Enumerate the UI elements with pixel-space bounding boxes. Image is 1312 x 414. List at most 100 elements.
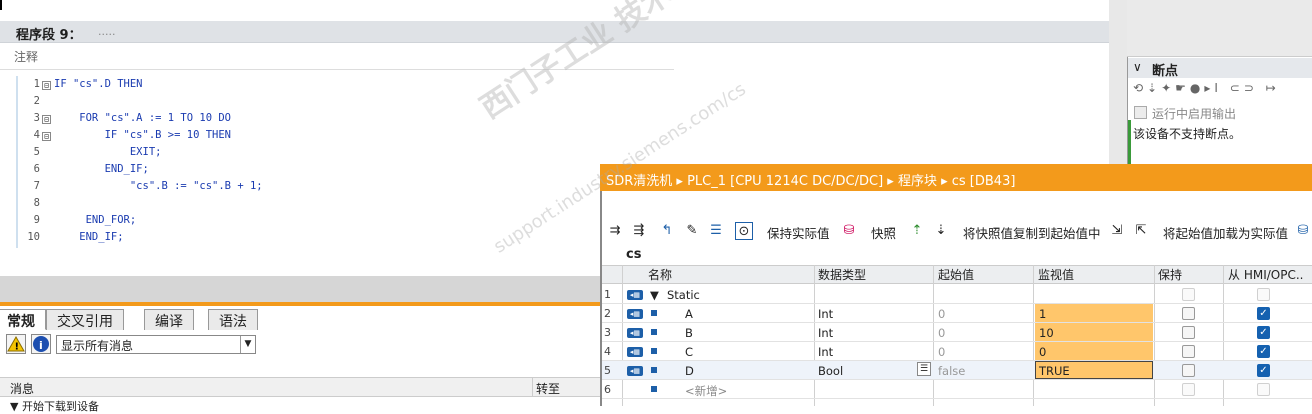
enable-output-checkbox[interactable] [1134, 106, 1147, 119]
table-row[interactable] [602, 285, 1312, 304]
db-tag-icon: ◂▦ [627, 347, 643, 357]
tag-monitor-value: 1 [1039, 307, 1047, 321]
breakpoints-toolbar[interactable]: ⟲⇣✦☛●▸I ⊂⊃ ↦ [1133, 81, 1311, 101]
download-icon[interactable]: ⇣ [932, 222, 950, 240]
tag-monitor-value: 0 [1039, 345, 1047, 359]
warning-filter-button[interactable]: ! [6, 334, 26, 354]
tag-type[interactable]: Int [818, 345, 833, 359]
breakpoints-title: 断点 [1152, 64, 1179, 79]
tab-syntax[interactable]: 语法 [208, 309, 258, 330]
hmi-checkbox[interactable]: ✓ [1257, 326, 1270, 339]
keep-actual-button[interactable]: 保持实际值 [767, 223, 830, 242]
expand-icon[interactable]: ▼ [650, 288, 659, 302]
retain-checkbox[interactable] [1182, 288, 1195, 301]
snapshot-button[interactable]: 快照 [871, 223, 896, 242]
network-comment[interactable]: 注释 [14, 48, 38, 65]
tag-type[interactable]: Bool [818, 364, 843, 378]
add-new-row[interactable]: <新增> [685, 383, 727, 399]
load-start-button[interactable]: 将起始值加载为实际值 [1163, 223, 1288, 242]
column-datatype[interactable]: 数据类型 [818, 266, 866, 283]
list-icon[interactable]: ☰ [707, 222, 725, 240]
svg-text:!: ! [15, 342, 20, 353]
retain-checkbox[interactable] [1182, 326, 1195, 339]
tag-type[interactable]: Int [818, 326, 833, 340]
panel-splitter[interactable] [1109, 0, 1127, 165]
messages-header [0, 377, 600, 397]
column-start-value[interactable]: 起始值 [938, 266, 974, 283]
copy-snapshot-button[interactable]: 将快照值复制到起始值中 [963, 223, 1101, 242]
tag-start-value[interactable]: 0 [938, 345, 945, 359]
text-cursor [0, 0, 2, 10]
member-bullet-icon [651, 367, 657, 373]
chevron-down-icon[interactable]: ∨ [1133, 60, 1142, 74]
retain-checkbox[interactable] [1182, 364, 1195, 377]
hmi-checkbox[interactable]: ✓ [1257, 307, 1270, 320]
enable-output-label: 运行中启用输出 [1152, 107, 1237, 121]
info-icon: i [33, 336, 49, 352]
tab-compile[interactable]: 编译 [144, 309, 194, 330]
add-row-icon[interactable]: ⇶ [630, 222, 648, 240]
reset-icon[interactable]: ↰ [658, 222, 676, 240]
member-bullet-icon [651, 348, 657, 354]
row-number: 6 [604, 383, 611, 396]
tag-name[interactable]: B [685, 326, 693, 340]
column-divider [532, 378, 533, 396]
snapshot-db-icon[interactable]: ⛁ [840, 222, 858, 240]
tab-cross-reference[interactable]: 交叉引用 [46, 309, 124, 330]
edit-icon[interactable]: ✎ [683, 222, 701, 240]
retain-checkbox[interactable] [1182, 307, 1195, 320]
monitor-icon[interactable]: ⊙ [735, 222, 753, 240]
column-retain[interactable]: 保持 [1158, 266, 1182, 283]
member-bullet-icon [651, 310, 657, 316]
retain-checkbox[interactable] [1182, 345, 1195, 358]
column-hmi[interactable]: 从 HMI/OPC.. [1228, 266, 1303, 283]
copy-start-icon[interactable]: ⇲ [1108, 222, 1126, 240]
upload-icon[interactable]: ⇡ [908, 222, 926, 240]
message-filter-select[interactable]: 显示所有消息 [56, 335, 256, 354]
hmi-checkbox[interactable]: ✓ [1257, 345, 1270, 358]
insert-row-icon[interactable]: ⇉ [606, 222, 624, 240]
column-goto[interactable]: 转至 [536, 380, 560, 397]
column-name[interactable]: 名称 [648, 266, 672, 283]
collapse-icon[interactable]: ⊟ [42, 132, 51, 141]
tag-start-value[interactable]: 0 [938, 326, 945, 340]
tag-name[interactable]: Static [667, 288, 700, 302]
tag-name[interactable]: D [685, 364, 694, 378]
type-picker-icon[interactable]: ☰ [917, 362, 931, 376]
chevron-down-icon[interactable]: ▼ [240, 336, 255, 353]
comment-divider [0, 69, 674, 70]
tag-start-value[interactable]: false [938, 364, 965, 378]
network-title: 程序段 9： [16, 28, 82, 43]
tag-name[interactable]: C [685, 345, 693, 359]
db-tag-icon: ◂▦ [627, 328, 643, 338]
table-row[interactable] [602, 323, 1312, 342]
tag-type[interactable]: Int [818, 307, 833, 321]
message-row[interactable]: ▼ 开始下载到设备 [10, 398, 99, 414]
row-number: 4 [604, 345, 611, 358]
db-name-row [602, 245, 1312, 265]
breadcrumb: SDR清洗机 ▸ PLC_1 [CPU 1214C DC/DC/DC] ▸ 程序… [606, 174, 1016, 189]
column-monitor-value[interactable]: 监视值 [1038, 266, 1074, 283]
scl-code-editor[interactable]: 1 ⊟ IF "cs".D THEN 2 3 ⊟ FOR "cs".A := 1 TO… [16, 76, 674, 248]
collapse-icon[interactable]: ⊟ [42, 115, 51, 124]
network-title-placeholder[interactable]: ..... [98, 25, 115, 38]
hmi-checkbox[interactable] [1257, 288, 1270, 301]
tab-general[interactable]: 常规 [0, 309, 46, 330]
column-message[interactable]: 消息 [10, 380, 34, 397]
hmi-checkbox[interactable] [1257, 383, 1270, 396]
info-filter-button[interactable]: i [31, 334, 51, 354]
breakpoints-message: 该设备不支持断点。 [1133, 127, 1242, 141]
load-start-icon[interactable]: ⇱ [1132, 222, 1150, 240]
collapse-icon[interactable]: ⊟ [42, 81, 51, 90]
editor-bottom-space [0, 248, 600, 276]
network-header-bar[interactable] [0, 21, 1110, 43]
hmi-checkbox[interactable]: ✓ [1257, 364, 1270, 377]
table-row[interactable] [602, 304, 1312, 323]
retain-checkbox[interactable] [1182, 383, 1195, 396]
tag-monitor-value: 10 [1039, 326, 1054, 340]
task-card-top [1127, 0, 1312, 57]
tag-start-value[interactable]: 0 [938, 307, 945, 321]
db-load-icon[interactable]: ⛁ [1294, 222, 1312, 240]
tag-name[interactable]: A [685, 307, 693, 321]
table-row[interactable] [602, 342, 1312, 361]
